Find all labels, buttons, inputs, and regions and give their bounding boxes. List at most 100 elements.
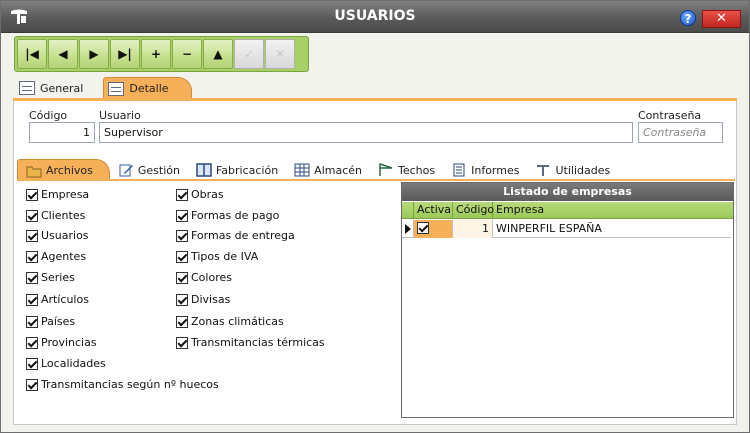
- tab-utilidades[interactable]: Utilidades: [527, 159, 618, 181]
- tab-archivos[interactable]: Archivos: [17, 159, 110, 181]
- check-formas-entrega[interactable]: Formas de entrega: [176, 229, 295, 242]
- codigo-label: Código: [29, 109, 68, 122]
- permission-tabs-underline: [17, 179, 735, 181]
- cell-activa[interactable]: [414, 220, 453, 238]
- checkbox[interactable]: [26, 293, 38, 306]
- check-articulos[interactable]: Artículos: [26, 293, 89, 306]
- check-formas-pago[interactable]: Formas de pago: [176, 209, 279, 222]
- check-label: Provincias: [41, 336, 97, 349]
- check-provincias[interactable]: Provincias: [26, 336, 97, 349]
- roof-icon: [379, 163, 393, 176]
- tools-icon: [537, 165, 550, 176]
- checkbox[interactable]: [176, 315, 188, 328]
- check-label: Empresa: [41, 188, 90, 201]
- add-record-button[interactable]: +: [141, 39, 171, 69]
- cell-codigo[interactable]: 1: [453, 220, 493, 238]
- check-transmitancias-huecos[interactable]: Transmitancias según nº huecos: [26, 378, 219, 391]
- checkbox[interactable]: [26, 271, 38, 284]
- checkbox[interactable]: [26, 229, 38, 242]
- col-header-codigo[interactable]: Código: [453, 202, 494, 219]
- tab-informes[interactable]: Informes: [443, 159, 527, 181]
- check-localidades[interactable]: Localidades: [26, 357, 106, 370]
- warehouse-grid-icon: [294, 163, 310, 177]
- check-clientes[interactable]: Clientes: [26, 209, 85, 222]
- check-agentes[interactable]: Agentes: [26, 250, 86, 263]
- checkbox[interactable]: [26, 378, 38, 391]
- delete-record-button[interactable]: −: [172, 39, 202, 69]
- window-frame-icon: [196, 163, 212, 177]
- tab-detalle-label: Detalle: [129, 82, 169, 95]
- password-field[interactable]: Contraseña: [638, 122, 723, 143]
- cancel-button[interactable]: ✕: [265, 39, 295, 69]
- checkbox[interactable]: [26, 188, 38, 201]
- checkbox[interactable]: [26, 250, 38, 263]
- codigo-field[interactable]: 1: [29, 122, 95, 143]
- edit-up-button[interactable]: ▲: [203, 39, 233, 69]
- checkbox[interactable]: [26, 336, 38, 349]
- tab-general[interactable]: General: [15, 77, 93, 99]
- check-paises[interactable]: Países: [26, 315, 75, 328]
- last-record-button[interactable]: ▶|: [110, 39, 140, 69]
- col-header-activa[interactable]: Activa: [414, 202, 453, 219]
- table-row[interactable]: 1 WINPERFIL ESPAÑA: [402, 220, 731, 238]
- checkbox[interactable]: [176, 293, 188, 306]
- previous-record-button[interactable]: ◀: [48, 39, 78, 69]
- check-obras[interactable]: Obras: [176, 188, 224, 201]
- title-bar: USUARIOS ? ✕: [1, 1, 749, 33]
- tab-techos-label: Techos: [398, 163, 436, 177]
- check-label: Colores: [191, 271, 232, 284]
- checkbox[interactable]: [26, 209, 38, 222]
- checkbox[interactable]: [176, 271, 188, 284]
- check-label: Transmitancias según nº huecos: [41, 378, 219, 391]
- check-usuarios[interactable]: Usuarios: [26, 229, 89, 242]
- tab-gestion[interactable]: Gestión: [110, 159, 188, 181]
- usuarios-window: USUARIOS ? ✕ |◀ ◀ ▶ ▶| + − ▲ ✓ ✕ General…: [0, 0, 750, 433]
- checkbox[interactable]: [176, 209, 188, 222]
- activa-checkbox[interactable]: [417, 222, 429, 234]
- checkbox[interactable]: [176, 336, 188, 349]
- report-icon: [453, 163, 465, 177]
- col-header-empresa[interactable]: Empresa: [493, 202, 731, 219]
- check-transmitancias-termicas[interactable]: Transmitancias térmicas: [176, 336, 325, 349]
- check-zonas-climaticas[interactable]: Zonas climáticas: [176, 315, 284, 328]
- next-record-button[interactable]: ▶: [79, 39, 109, 69]
- check-label: Agentes: [41, 250, 87, 263]
- check-series[interactable]: Series: [26, 271, 75, 284]
- usuario-field[interactable]: Supervisor: [99, 122, 633, 143]
- checkbox[interactable]: [26, 357, 38, 370]
- tab-detalle[interactable]: Detalle: [103, 77, 192, 99]
- list-icon: [19, 81, 35, 95]
- check-label: Usuarios: [41, 229, 89, 242]
- checkbox[interactable]: [176, 250, 188, 263]
- checkbox[interactable]: [26, 315, 38, 328]
- tab-utilidades-label: Utilidades: [555, 163, 611, 177]
- navigation-toolbar: |◀ ◀ ▶ ▶| + − ▲ ✓ ✕: [14, 36, 309, 72]
- check-label: Zonas climáticas: [191, 315, 284, 328]
- check-divisas[interactable]: Divisas: [176, 293, 230, 306]
- help-button[interactable]: ?: [680, 10, 696, 26]
- detail-list-icon: [108, 81, 125, 96]
- folder-icon: [26, 166, 42, 177]
- check-colores[interactable]: Colores: [176, 271, 232, 284]
- check-label: Artículos: [41, 293, 89, 306]
- check-tipos-iva[interactable]: Tipos de IVA: [176, 250, 258, 263]
- edit-document-icon: [119, 164, 133, 177]
- check-label: Divisas: [191, 293, 231, 306]
- cell-empresa[interactable]: WINPERFIL ESPAÑA: [493, 220, 729, 238]
- grid-header: Activa Código Empresa: [402, 202, 733, 219]
- checkbox[interactable]: [176, 188, 188, 201]
- first-record-button[interactable]: |◀: [17, 39, 47, 69]
- tab-almacen[interactable]: Almacén: [286, 159, 370, 181]
- usuario-label: Usuario: [99, 109, 141, 122]
- checkbox[interactable]: [176, 229, 188, 242]
- tab-fabricacion-label: Fabricación: [215, 163, 279, 177]
- tab-techos[interactable]: Techos: [370, 159, 443, 181]
- confirm-button[interactable]: ✓: [234, 39, 264, 69]
- check-empresa[interactable]: Empresa: [26, 188, 89, 201]
- check-label: Formas de pago: [191, 209, 280, 222]
- tab-general-label: General: [40, 81, 84, 95]
- current-row-indicator-icon: [402, 220, 414, 238]
- tab-informes-label: Informes: [471, 163, 520, 177]
- tab-fabricacion[interactable]: Fabricación: [188, 159, 286, 181]
- close-button[interactable]: ✕: [702, 10, 741, 28]
